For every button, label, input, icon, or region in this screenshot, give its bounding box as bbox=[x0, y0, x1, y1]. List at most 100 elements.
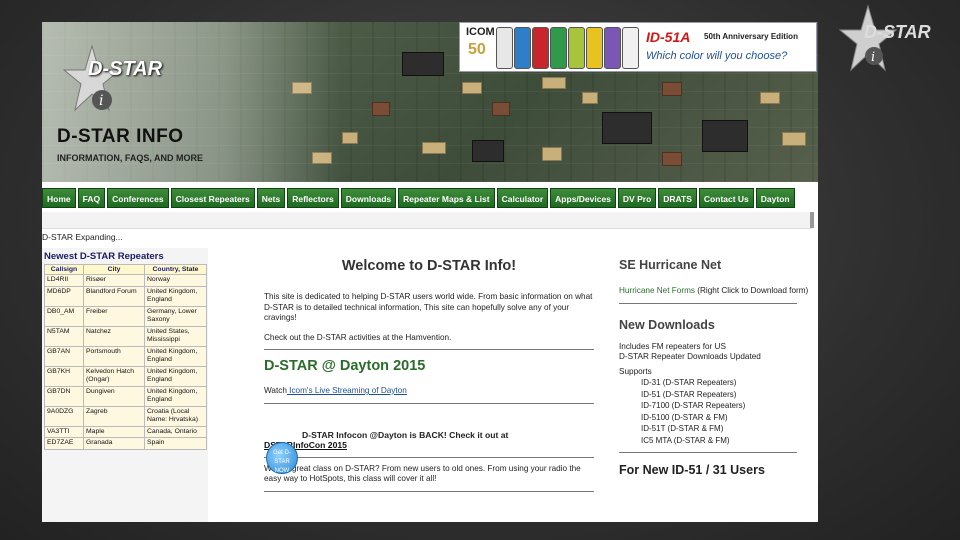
divider bbox=[619, 452, 797, 453]
site-tagline: INFORMATION, FAQS, AND MORE bbox=[57, 153, 203, 163]
nav-apps-devices[interactable]: Apps/Devices bbox=[550, 188, 616, 208]
new-downloads-heading: New Downloads bbox=[619, 317, 715, 332]
ad-model: ID-51A bbox=[646, 29, 691, 45]
col-callsign: Callsign bbox=[44, 264, 84, 275]
list-item: ID-31 (D-STAR Repeaters) bbox=[641, 378, 737, 387]
cell-call: LD4RII bbox=[44, 274, 84, 287]
cell-country: United Kingdom, England bbox=[144, 365, 207, 387]
breadcrumb: D-STAR Expanding... bbox=[42, 232, 123, 242]
cell-city: Granada bbox=[83, 437, 145, 450]
infocon-link[interactable]: DSTARInfoCon 2015 bbox=[264, 440, 594, 451]
welcome-heading: Welcome to D-STAR Info! bbox=[341, 258, 517, 274]
supported-radios-list: ID-31 (D-STAR Repeaters) ID-51 (D-STAR Re… bbox=[619, 377, 818, 446]
cell-city: Blandford Forum bbox=[83, 285, 145, 307]
divider bbox=[264, 456, 594, 458]
nav-drats[interactable]: DRATS bbox=[658, 188, 697, 208]
nav-contact-us[interactable]: Contact Us bbox=[698, 188, 754, 208]
main-nav: Home FAQ Conferences Closest Repeaters Nets R… bbox=[42, 188, 812, 210]
right-column: SE Hurricane Net Hurricane Net Forms (Ri… bbox=[619, 258, 818, 477]
cell-city: Risøer bbox=[83, 274, 145, 287]
nav-nets[interactable]: Nets bbox=[256, 188, 286, 208]
downloads-line-2: D-STAR Repeater Downloads Updated bbox=[619, 352, 761, 361]
col-country: Country, State bbox=[144, 264, 207, 275]
col-city: City bbox=[83, 264, 145, 275]
list-item: IC5 MTA (D-STAR & FM) bbox=[641, 435, 730, 445]
table-row: VA3TTI Maple Canada, Ontario bbox=[44, 425, 207, 438]
cell-country: Spain bbox=[144, 437, 207, 450]
cell-country: Norway bbox=[144, 274, 207, 287]
divider bbox=[264, 349, 594, 350]
table-row: GB7KH Kelvedon Hatch (Ongar) United Kingdo… bbox=[44, 365, 207, 387]
table-row: 9A0DZG Zagreb Croatia (Local Name: Hrvatsk… bbox=[44, 405, 207, 427]
cell-country: Croatia (Local Name: Hrvatska) bbox=[144, 405, 207, 427]
nav-downloads[interactable]: Downloads bbox=[340, 188, 397, 208]
dayton-heading: D-STAR @ Dayton 2015 bbox=[264, 358, 426, 374]
site-logo-text: D-STAR bbox=[88, 58, 163, 80]
svg-text:i: i bbox=[99, 93, 103, 109]
ad-slogan: Which color will you choose? bbox=[646, 50, 788, 62]
watch-prefix: Watch bbox=[264, 386, 287, 395]
newest-repeaters-sidebar: Newest D-STAR Repeaters Callsign City Co… bbox=[42, 248, 208, 522]
cell-city: Natchez bbox=[83, 325, 145, 347]
cell-country: United Kingdom, England bbox=[144, 345, 207, 367]
nav-closest-repeaters[interactable]: Closest Repeaters bbox=[170, 188, 255, 208]
class-text: Want a great class on D-STAR? From new u… bbox=[264, 463, 581, 484]
hamvention-text: Check out the D-STAR activities at the H… bbox=[264, 332, 452, 342]
cell-call: GB7KH bbox=[44, 365, 84, 387]
table-row: ED7ZAE Granada Spain bbox=[44, 437, 207, 450]
hurricane-forms-link[interactable]: Hurricane Net Forms bbox=[619, 286, 695, 295]
corner-logo-text: D-STAR bbox=[864, 22, 931, 42]
icom-ad-banner[interactable]: ICOM 50 ID-51A 50th Anniversary Edition … bbox=[459, 22, 817, 72]
main-content: Welcome to D-STAR Info! This site is ded… bbox=[264, 258, 594, 492]
nav-reflectors[interactable]: Reflectors bbox=[287, 188, 339, 208]
cell-city: Kelvedon Hatch (Ongar) bbox=[83, 365, 145, 387]
radio-image bbox=[496, 27, 513, 69]
table-row: GB7AN Portsmouth United Kingdom, England bbox=[44, 345, 207, 367]
nav-dayton[interactable]: Dayton bbox=[755, 188, 795, 208]
list-item: ID-51T (D-STAR & FM) bbox=[641, 424, 724, 433]
table-row: N5TAM Natchez United States, Mississippi bbox=[44, 325, 207, 347]
radio-image bbox=[622, 27, 639, 69]
nav-underbar bbox=[42, 212, 812, 229]
site-logo[interactable]: i D-STAR bbox=[62, 44, 212, 114]
ad-anniversary-badge: 50 bbox=[468, 41, 486, 58]
supports-label: Supports bbox=[619, 366, 652, 376]
get-dstar-now-icon[interactable]: Get D-STAR NOW bbox=[266, 442, 298, 474]
cell-call: GB7AN bbox=[44, 345, 84, 367]
icom-streaming-link[interactable]: Icom's Live Streaming of Dayton bbox=[287, 386, 407, 395]
browser-page: i D-STAR D-STAR INFO INFORMATION, FAQS, … bbox=[42, 22, 818, 522]
radio-image bbox=[586, 27, 603, 69]
list-item: ID-7100 (D-STAR Repeaters) bbox=[641, 401, 746, 410]
scroll-marker bbox=[810, 212, 814, 228]
cell-call: ED7ZAE bbox=[44, 437, 84, 450]
cell-call: MD6DP bbox=[44, 285, 84, 307]
radio-image bbox=[532, 27, 549, 69]
sidebar-title: Newest D-STAR Repeaters bbox=[44, 251, 164, 262]
nav-conferences[interactable]: Conferences bbox=[107, 188, 169, 208]
divider bbox=[264, 402, 594, 404]
cell-call: GB7DN bbox=[44, 385, 84, 407]
cell-country: Canada, Ontario bbox=[144, 425, 207, 438]
cell-city: Portsmouth bbox=[83, 345, 145, 367]
repeaters-table: Callsign City Country, State LD4RII Risøe… bbox=[44, 264, 207, 450]
hurricane-heading: SE Hurricane Net bbox=[619, 258, 722, 272]
nav-dv-pro[interactable]: DV Pro bbox=[617, 188, 657, 208]
cell-call: N5TAM bbox=[44, 325, 84, 347]
nav-calculator[interactable]: Calculator bbox=[496, 188, 549, 208]
radio-image bbox=[550, 27, 567, 69]
downloads-line-1: Includes FM repeaters for US bbox=[619, 341, 726, 351]
infocon-text: D-STAR Infocon @Dayton is BACK! Check it… bbox=[302, 429, 509, 440]
list-item: ID-5100 (D-STAR & FM) bbox=[641, 412, 728, 422]
cell-country: United States, Mississippi bbox=[144, 325, 207, 347]
radio-image bbox=[604, 27, 621, 69]
nav-repeater-maps-list[interactable]: Repeater Maps & List bbox=[398, 188, 495, 208]
ad-edition: 50th Anniversary Edition bbox=[704, 32, 798, 41]
intro-text: This site is dedicated to helping D-STAR… bbox=[264, 292, 593, 322]
list-item: ID-51 (D-STAR Repeaters) bbox=[641, 389, 737, 399]
divider bbox=[264, 490, 594, 492]
nav-faq[interactable]: FAQ bbox=[77, 188, 106, 208]
svg-text:i: i bbox=[871, 50, 875, 65]
nav-home[interactable]: Home bbox=[42, 188, 76, 208]
cell-city: Maple bbox=[83, 425, 145, 438]
site-title: D-STAR INFO bbox=[57, 126, 184, 147]
